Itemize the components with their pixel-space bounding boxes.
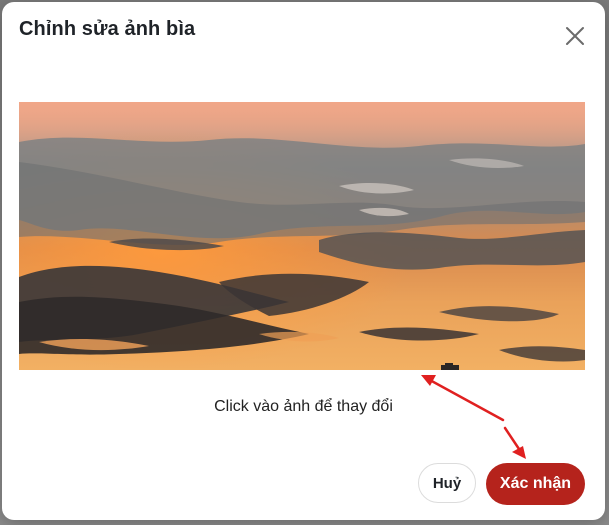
cancel-button[interactable]: Huỷ bbox=[418, 463, 476, 503]
close-icon bbox=[566, 27, 584, 45]
hint-text: Click vào ảnh để thay đổi bbox=[214, 398, 393, 415]
edit-cover-dialog: Chỉnh sửa ảnh bìa Click vào ảnh để thay … bbox=[2, 2, 605, 520]
cover-photo[interactable] bbox=[19, 102, 585, 370]
confirm-button[interactable]: Xác nhận bbox=[486, 463, 585, 505]
close-button[interactable] bbox=[561, 22, 589, 50]
dialog-title: Chỉnh sửa ảnh bìa bbox=[19, 18, 196, 40]
